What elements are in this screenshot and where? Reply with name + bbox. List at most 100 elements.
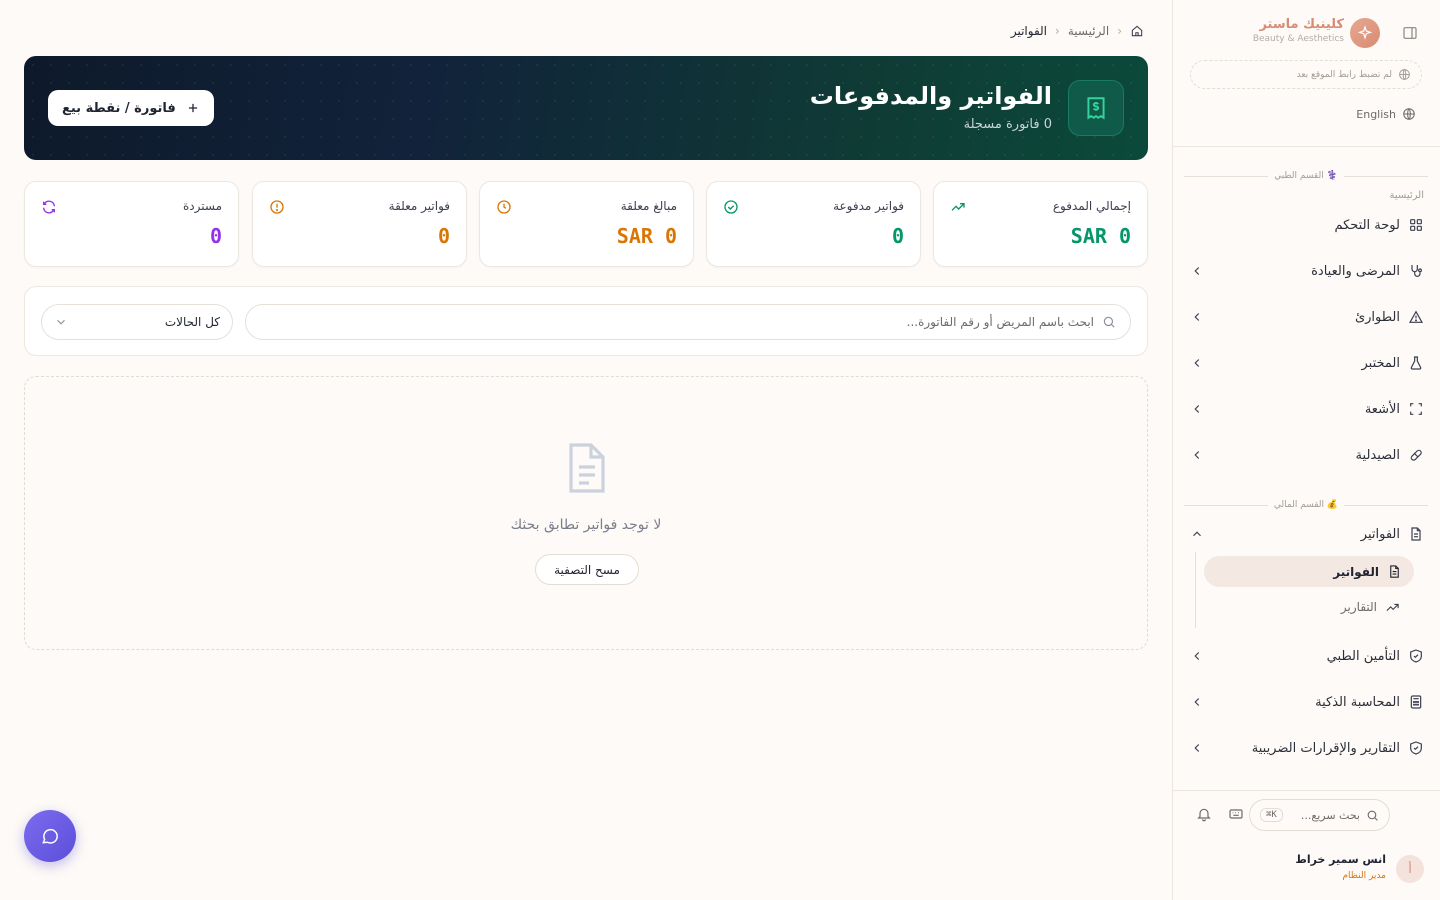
page-title: الفواتير والمدفوعات	[809, 82, 1052, 110]
stat-card-pending-invoices: فواتير معلقة 0	[252, 181, 467, 267]
sidebar-item-radiology[interactable]: الأشعة	[1186, 394, 1426, 424]
clear-filters-button[interactable]: مسح التصفية	[535, 554, 639, 585]
sidebar-subitem-label: الفواتير	[1333, 564, 1379, 579]
chevron-left-icon[interactable]	[1190, 695, 1204, 709]
submenu-rail	[1195, 552, 1196, 628]
alert-triangle-icon	[1408, 309, 1424, 325]
breadcrumb-home[interactable]: الرئيسية	[1068, 24, 1109, 38]
stat-label: فواتير مدفوعة	[833, 199, 904, 213]
stat-value: 0	[891, 224, 904, 248]
plus-icon	[186, 101, 200, 115]
clock-icon	[496, 199, 512, 215]
search-icon	[1102, 315, 1116, 329]
stat-card-paid-invoices: فواتير مدفوعة 0	[706, 181, 921, 267]
shield-icon	[1408, 648, 1424, 664]
sidebar-subitem-invoices[interactable]: الفواتير	[1204, 556, 1414, 587]
stat-value: 0	[437, 224, 450, 248]
home-icon[interactable]	[1130, 24, 1144, 38]
stat-label: مبالغ معلقة	[620, 199, 677, 213]
sidebar-subitem-reports[interactable]: التقارير	[1204, 594, 1414, 620]
flask-icon	[1408, 355, 1424, 371]
message-circle-icon	[40, 826, 60, 846]
chevron-left-icon[interactable]	[1190, 264, 1204, 278]
new-invoice-label: فاتورة / نقطة بيع	[62, 100, 176, 116]
page-subtitle: 0 فاتورة مسجلة	[963, 117, 1052, 132]
divider	[1173, 146, 1440, 147]
dashboard-icon	[1408, 217, 1424, 233]
sidebar-toggle-icon[interactable]	[1402, 25, 1418, 41]
alert-circle-icon	[269, 199, 285, 215]
receipt-icon	[1068, 80, 1124, 136]
sidebar-item-label: المختبر	[1361, 355, 1401, 371]
breadcrumb: ‹ الرئيسية ‹ الفواتير	[1011, 24, 1144, 38]
medical-section-title: ⚕️ القسم الطبي	[1184, 169, 1428, 183]
refresh-icon	[41, 199, 57, 215]
sidebar-item-dashboard[interactable]: لوحة التحكم	[1186, 210, 1426, 240]
calculator-icon	[1408, 694, 1424, 710]
sidebar-item-tax-reports[interactable]: التقارير والإقرارات الضريبية	[1186, 733, 1426, 763]
user-role: مدير النظام	[1342, 871, 1386, 881]
stethoscope-icon	[1408, 263, 1424, 279]
avatar[interactable]: أ	[1396, 855, 1424, 883]
home-heading: الرئيسية	[1389, 190, 1424, 201]
search-placeholder: ابحث باسم المريض أو رقم الفاتورة...	[906, 315, 1094, 329]
sidebar-item-label: التقارير والإقرارات الضريبية	[1251, 740, 1400, 756]
site-link-field[interactable]: لم تضبط رابط الموقع بعد	[1190, 60, 1422, 89]
stat-card-pending-amount: مبالغ معلقة SAR 0	[479, 181, 694, 267]
chevron-left-icon[interactable]	[1190, 402, 1204, 416]
status-filter-select[interactable]: كل الحالات	[41, 304, 233, 340]
trending-up-icon	[1385, 600, 1400, 615]
file-text-icon	[563, 441, 611, 495]
globe-icon	[1402, 107, 1416, 121]
sidebar: كلينيك ماستر Beauty & Aesthetics لم تضبط…	[1172, 0, 1440, 900]
chevron-down-icon	[54, 315, 68, 329]
finance-section-title: 💰 القسم المالي	[1184, 498, 1428, 512]
sidebar-item-emergency[interactable]: الطوارئ	[1186, 302, 1426, 332]
sidebar-item-insurance[interactable]: التأمين الطبي	[1186, 641, 1426, 671]
chevron-left-icon[interactable]	[1190, 741, 1204, 755]
stat-value: 0	[209, 224, 222, 248]
stat-value: SAR 0	[616, 224, 677, 248]
shield-check-icon	[1408, 740, 1424, 756]
search-icon	[1366, 809, 1379, 822]
status-filter-value: كل الحالات	[164, 315, 220, 329]
pill-icon	[1408, 447, 1424, 463]
shortcut-badge: ⌘K	[1260, 808, 1283, 822]
chevron-left-icon[interactable]	[1190, 448, 1204, 462]
page-header-banner: الفواتير والمدفوعات 0 فاتورة مسجلة فاتور…	[24, 56, 1148, 160]
stat-label: مستردة	[182, 199, 222, 213]
sidebar-item-accounting[interactable]: المحاسبة الذكية	[1186, 687, 1426, 717]
stat-card-total-paid: إجمالي المدفوع SAR 0	[933, 181, 1148, 267]
file-text-icon	[1408, 526, 1424, 542]
sidebar-item-invoices[interactable]: الفواتير	[1186, 519, 1426, 549]
stat-value: SAR 0	[1070, 224, 1131, 248]
brand: كلينيك ماستر Beauty & Aesthetics	[1189, 16, 1424, 50]
trending-up-icon	[950, 199, 966, 215]
brand-name: كلينيك ماستر	[1259, 17, 1344, 32]
chevron-left-icon[interactable]	[1190, 649, 1204, 663]
sidebar-item-patients[interactable]: المرضى والعيادة	[1186, 256, 1426, 286]
chevron-left-icon[interactable]	[1190, 356, 1204, 370]
new-invoice-button[interactable]: فاتورة / نقطة بيع	[48, 90, 214, 126]
sidebar-item-label: الفواتير	[1360, 526, 1400, 542]
language-switch[interactable]: English	[1356, 107, 1416, 121]
quick-search-placeholder: بحث سريع...	[1300, 808, 1360, 822]
scan-icon	[1408, 401, 1424, 417]
empty-state-message: لا توجد فواتير تطابق بحثك	[510, 517, 662, 533]
stat-label: إجمالي المدفوع	[1052, 199, 1131, 213]
sidebar-item-label: الأشعة	[1364, 401, 1400, 417]
filter-bar: ابحث باسم المريض أو رقم الفاتورة... كل ا…	[24, 286, 1148, 356]
keyboard-icon[interactable]	[1228, 806, 1244, 822]
chat-button[interactable]	[24, 810, 76, 862]
sidebar-item-lab[interactable]: المختبر	[1186, 348, 1426, 378]
check-circle-icon	[723, 199, 739, 215]
sidebar-item-label: الصيدلية	[1355, 447, 1400, 463]
chevron-left-icon[interactable]	[1190, 310, 1204, 324]
chevron-up-icon[interactable]	[1190, 527, 1204, 541]
search-input[interactable]: ابحث باسم المريض أو رقم الفاتورة...	[245, 304, 1131, 340]
sidebar-item-label: الطوارئ	[1354, 309, 1400, 325]
stat-label: فواتير معلقة	[388, 199, 450, 213]
bell-icon[interactable]	[1196, 806, 1212, 822]
quick-search[interactable]: بحث سريع... ⌘K	[1249, 799, 1390, 831]
sidebar-item-pharmacy[interactable]: الصيدلية	[1186, 440, 1426, 470]
